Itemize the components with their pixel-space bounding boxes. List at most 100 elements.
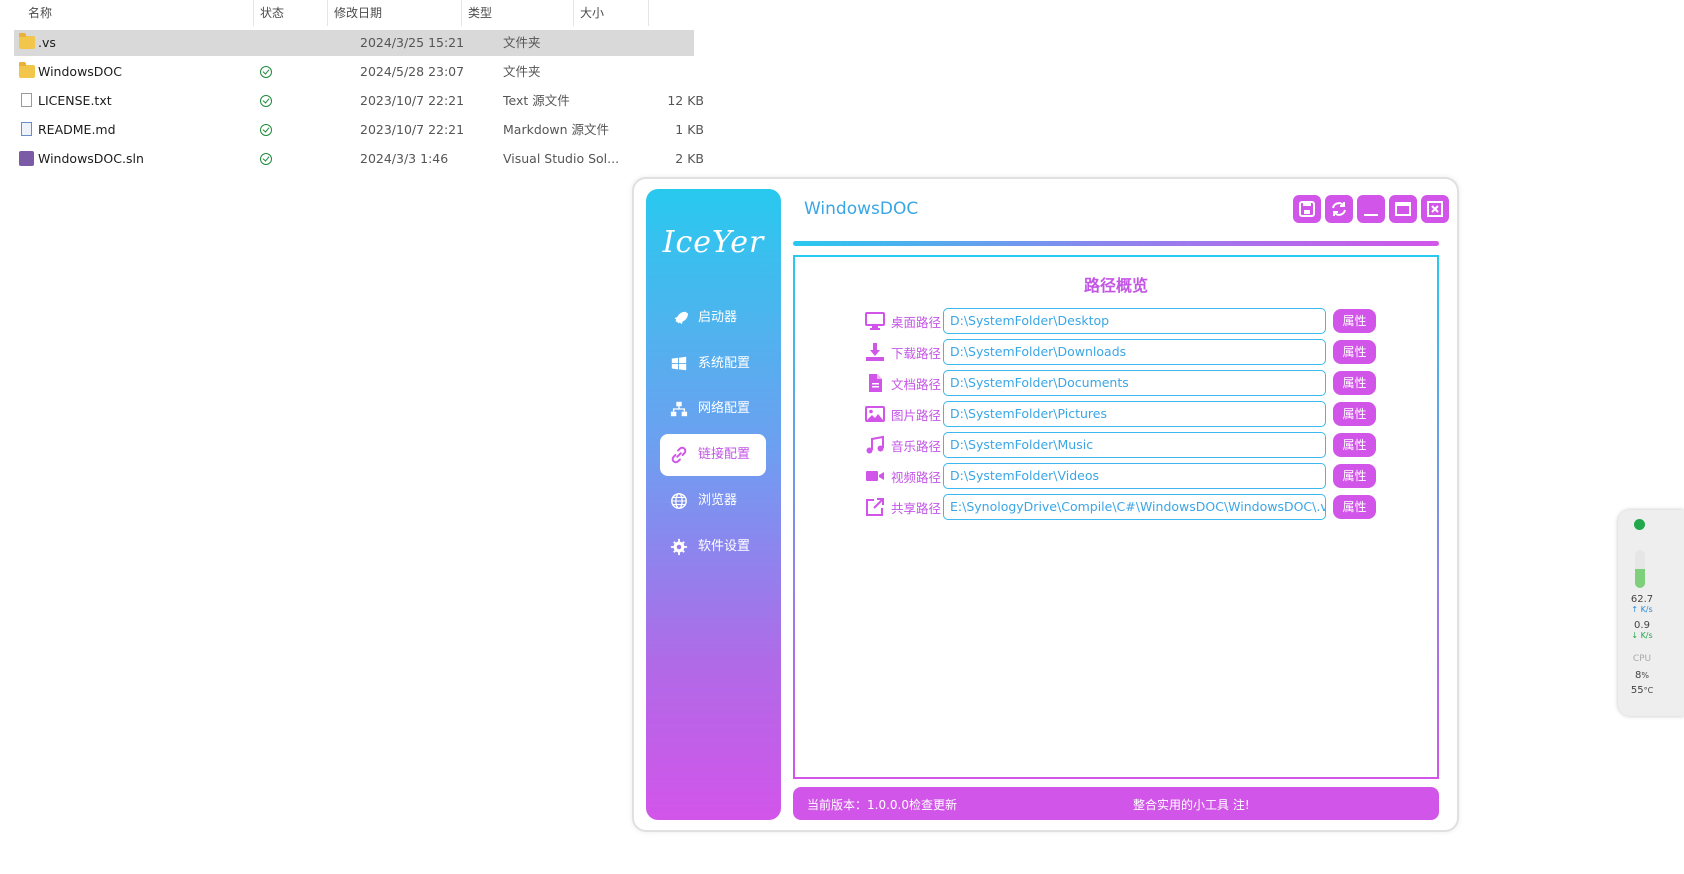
refresh-button[interactable] [1325, 195, 1353, 223]
file-modified: 2023/10/7 22:21 [360, 93, 465, 108]
upload-speed: 62.7 [1630, 594, 1654, 605]
path-label: 桌面路径 [891, 315, 942, 330]
close-icon [1427, 201, 1443, 217]
path-label: 图片路径 [891, 408, 942, 423]
image-icon [865, 406, 885, 422]
synced-status-icon [260, 153, 272, 165]
path-input[interactable]: D:\SystemFolder\Videos [943, 463, 1326, 489]
properties-button[interactable]: 属性 [1333, 309, 1376, 333]
sidebar: IceYer 启动器 系统配置 网络配置 链接配置 浏览器 软件设置 [646, 189, 781, 820]
folder-icon [19, 33, 35, 49]
column-header-type[interactable]: 类型 [462, 0, 574, 26]
cpu-temperature: 55°C [1622, 685, 1662, 696]
network-monitor-widget[interactable]: 62.7 ↑ K/s 0.9 ↓ K/s CPU 8% 55°C [1618, 510, 1684, 716]
globe-icon [671, 493, 687, 509]
save-button[interactable] [1293, 195, 1321, 223]
text-file-icon [21, 93, 32, 107]
column-header-status[interactable]: 状态 [254, 0, 328, 26]
download-unit: ↓ K/s [1631, 631, 1653, 640]
file-modified: 2023/10/7 22:21 [360, 122, 465, 137]
temp-value: 55 [1630, 685, 1644, 696]
path-input[interactable]: D:\SystemFolder\Desktop [943, 308, 1326, 334]
video-icon [866, 471, 884, 481]
file-type: Markdown 源文件 [503, 122, 610, 137]
nav-item-link-config[interactable]: 链接配置 [660, 434, 766, 476]
music-icon [866, 435, 884, 454]
share-icon [866, 498, 884, 516]
nav-label: 启动器 [698, 310, 738, 325]
properties-button[interactable]: 属性 [1333, 371, 1376, 395]
iceyer-app-window: IceYer 启动器 系统配置 网络配置 链接配置 浏览器 软件设置 Windo… [632, 177, 1459, 832]
file-explorer-list: 名称 ^ 状态 修改日期 类型 大小 .vs 2024/3/25 15:21 文… [0, 0, 704, 200]
file-type: Visual Studio Sol... [503, 151, 620, 166]
folder-icon [19, 62, 35, 78]
file-name: LICENSE.txt [38, 93, 112, 108]
properties-button[interactable]: 属性 [1333, 464, 1376, 488]
check-update-link[interactable]: 检查更新 [909, 796, 957, 813]
file-name: WindowsDOC [38, 64, 122, 79]
upload-unit-text: K/s [1640, 605, 1653, 614]
file-row[interactable]: LICENSE.txt 2023/10/7 22:21 Text 源文件 12 … [14, 88, 704, 114]
close-button[interactable] [1421, 195, 1449, 223]
status-footer: 当前版本：1.0.0.0 检查更新 整合实用的小工具 注! [793, 787, 1439, 820]
file-row[interactable]: WindowsDOC 2024/5/28 23:07 文件夹 [14, 59, 694, 85]
minimize-button[interactable] [1357, 195, 1385, 223]
nav-item-browser[interactable]: 浏览器 [660, 480, 766, 522]
nav-item-launcher[interactable]: 启动器 [660, 297, 766, 339]
document-icon [869, 374, 882, 392]
monitor-icon [865, 312, 885, 330]
windows-icon [671, 356, 687, 371]
app-logo: IceYer [662, 225, 765, 260]
file-type: 文件夹 [503, 64, 541, 79]
path-label: 下载路径 [891, 346, 942, 361]
file-type: Text 源文件 [503, 93, 570, 108]
properties-button[interactable]: 属性 [1333, 402, 1376, 426]
file-size: 2 KB [675, 151, 704, 166]
memory-level-bar [1635, 550, 1645, 588]
solution-file-icon [19, 151, 34, 166]
column-header-modified[interactable]: 修改日期 [328, 0, 462, 26]
version-label: 当前版本：1.0.0.0 [807, 798, 909, 812]
path-input[interactable]: E:\SynologyDrive\Compile\C#\WindowsDOC\W… [943, 494, 1326, 520]
maximize-icon [1395, 202, 1411, 216]
path-label: 共享路径 [891, 501, 942, 516]
path-input[interactable]: D:\SystemFolder\Downloads [943, 339, 1326, 365]
file-modified: 2024/3/25 15:21 [360, 35, 465, 50]
path-label: 音乐路径 [891, 439, 942, 454]
app-title: WindowsDOC [804, 199, 919, 219]
properties-button[interactable]: 属性 [1333, 340, 1376, 364]
nav-item-system-config[interactable]: 系统配置 [660, 343, 766, 385]
path-label: 文档路径 [891, 377, 942, 392]
file-row[interactable]: README.md 2023/10/7 22:21 Markdown 源文件 1… [14, 117, 704, 143]
file-row[interactable]: .vs 2024/3/25 15:21 文件夹 [14, 30, 694, 56]
file-name: .vs [38, 35, 56, 50]
markdown-file-icon [21, 122, 32, 136]
file-row[interactable]: WindowsDOC.sln 2024/3/3 1:46 Visual Stud… [14, 146, 704, 172]
path-input[interactable]: D:\SystemFolder\Documents [943, 370, 1326, 396]
column-header-name[interactable]: 名称 [22, 0, 254, 26]
nav-label: 链接配置 [698, 447, 751, 462]
minimize-icon [1364, 214, 1378, 216]
cpu-unit: % [1641, 671, 1649, 680]
sort-ascending-icon: ^ [139, 0, 148, 7]
column-header-size[interactable]: 大小 [574, 0, 649, 26]
gear-icon [670, 538, 688, 556]
link-icon [671, 446, 687, 464]
file-modified: 2024/3/3 1:46 [360, 151, 449, 166]
panel-title: 路径概览 [1083, 276, 1148, 295]
synced-status-icon [260, 124, 272, 136]
maximize-button[interactable] [1389, 195, 1417, 223]
refresh-icon [1332, 202, 1346, 216]
header-divider [793, 241, 1439, 246]
nav-item-software-settings[interactable]: 软件设置 [660, 526, 766, 568]
cpu-usage: 8% [1622, 670, 1662, 681]
properties-button[interactable]: 属性 [1333, 495, 1376, 519]
path-label: 视频路径 [891, 470, 942, 485]
properties-button[interactable]: 属性 [1333, 433, 1376, 457]
path-input[interactable]: D:\SystemFolder\Music [943, 432, 1326, 458]
path-input[interactable]: D:\SystemFolder\Pictures [943, 401, 1326, 427]
file-name: WindowsDOC.sln [38, 151, 144, 166]
network-icon [670, 401, 688, 417]
nav-item-network-config[interactable]: 网络配置 [660, 388, 766, 430]
file-type: 文件夹 [503, 35, 541, 50]
